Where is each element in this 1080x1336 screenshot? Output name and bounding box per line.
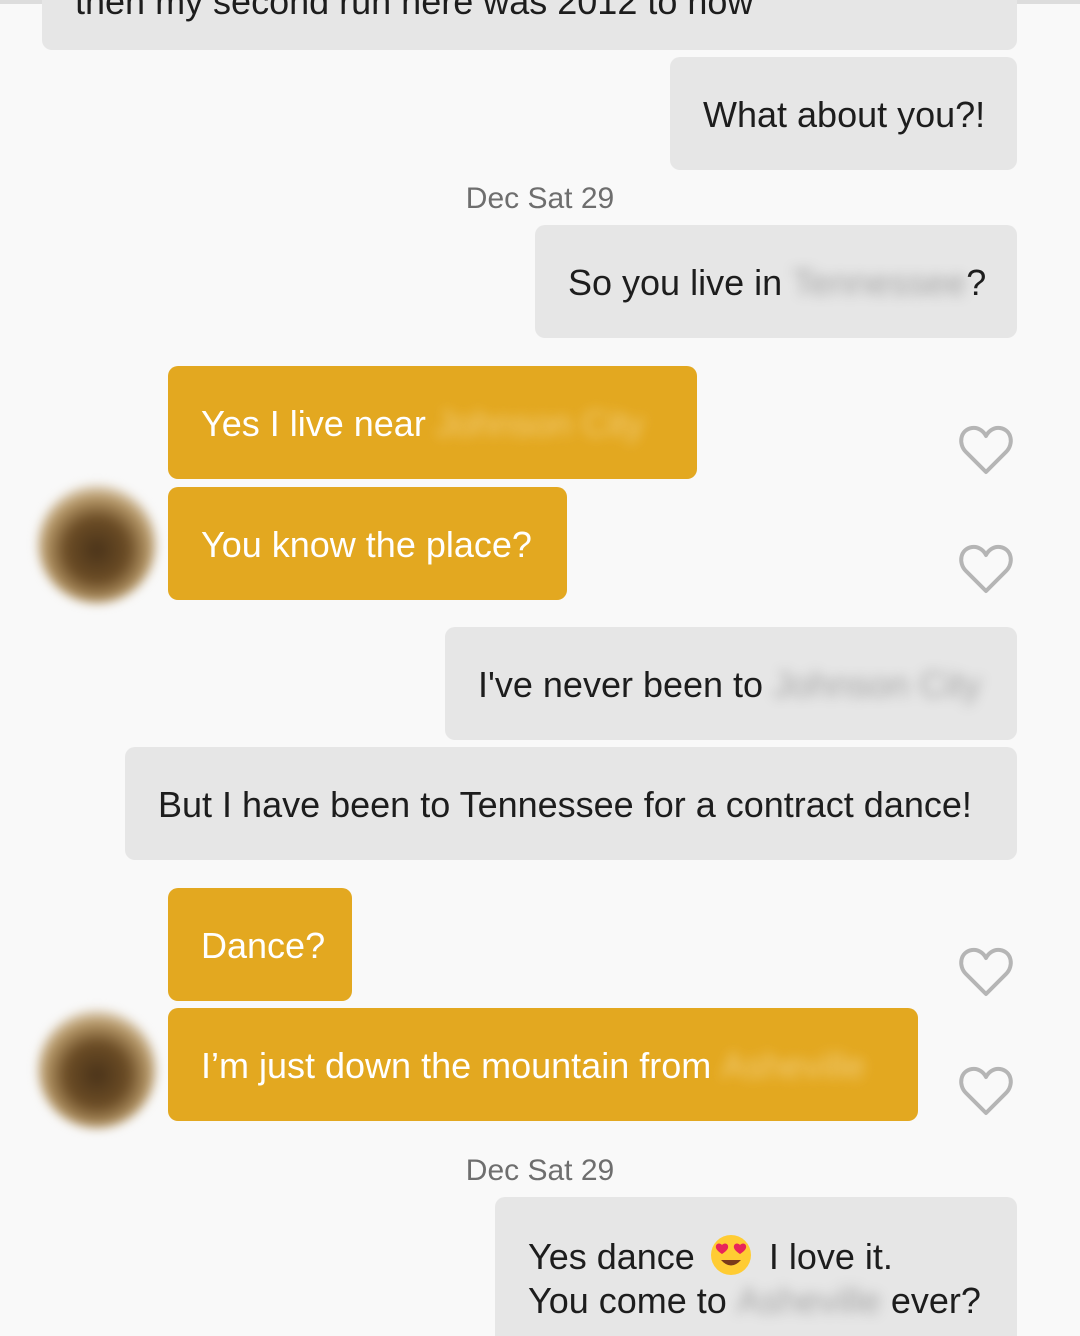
message-text: then my second run here was 2012 to now	[75, 0, 754, 22]
date-stamp: Dec Sat 29	[465, 1154, 615, 1187]
message-bubble-outgoing[interactable]: What about you?!	[670, 57, 1017, 170]
message-bubble-outgoing[interactable]: then my second run here was 2012 to now	[42, 0, 1017, 50]
message-bubble-incoming[interactable]: Yes I live near Johnson City	[168, 366, 697, 479]
date-stamp: Dec Sat 29	[465, 182, 615, 215]
redacted-text: Asheville	[736, 1280, 881, 1321]
message-text: I've never been to Johnson City	[478, 664, 982, 705]
message-bubble-outgoing[interactable]: Yes dance I love it. You come to Ashevil…	[495, 1197, 1017, 1336]
message-text: Yes dance I love it. You come to Ashevil…	[528, 1233, 981, 1323]
avatar[interactable]	[38, 485, 156, 603]
message-text: You know the place?	[201, 524, 532, 565]
avatar[interactable]	[38, 1010, 156, 1128]
heart-outline-icon[interactable]	[958, 1065, 1014, 1117]
message-bubble-incoming[interactable]: You know the place?	[168, 487, 567, 600]
heart-outline-icon[interactable]	[958, 424, 1014, 476]
message-text: I’m just down the mountain from Ashevill…	[201, 1045, 866, 1086]
message-bubble-outgoing[interactable]: So you live in Tennessee?	[535, 225, 1017, 338]
redacted-text: Johnson City	[773, 664, 982, 705]
redacted-text: Asheville	[721, 1045, 866, 1086]
redacted-text: Tennessee	[792, 262, 967, 303]
heart-outline-icon[interactable]	[958, 543, 1014, 595]
message-bubble-outgoing[interactable]: But I have been to Tennessee for a contr…	[125, 747, 1017, 860]
message-text: Yes I live near Johnson City	[201, 403, 644, 444]
heart-outline-icon[interactable]	[958, 946, 1014, 998]
message-text: But I have been to Tennessee for a contr…	[158, 784, 972, 825]
message-bubble-incoming[interactable]: Dance?	[168, 888, 352, 1001]
message-text: Dance?	[201, 925, 326, 966]
heart-eyes-emoji-icon	[710, 1235, 751, 1275]
redacted-text: Johnson City	[435, 403, 644, 444]
message-text: So you live in Tennessee?	[568, 262, 987, 303]
message-text: What about you?!	[703, 94, 986, 135]
message-bubble-outgoing[interactable]: I've never been to Johnson City	[445, 627, 1017, 740]
message-bubble-incoming[interactable]: I’m just down the mountain from Ashevill…	[168, 1008, 918, 1121]
